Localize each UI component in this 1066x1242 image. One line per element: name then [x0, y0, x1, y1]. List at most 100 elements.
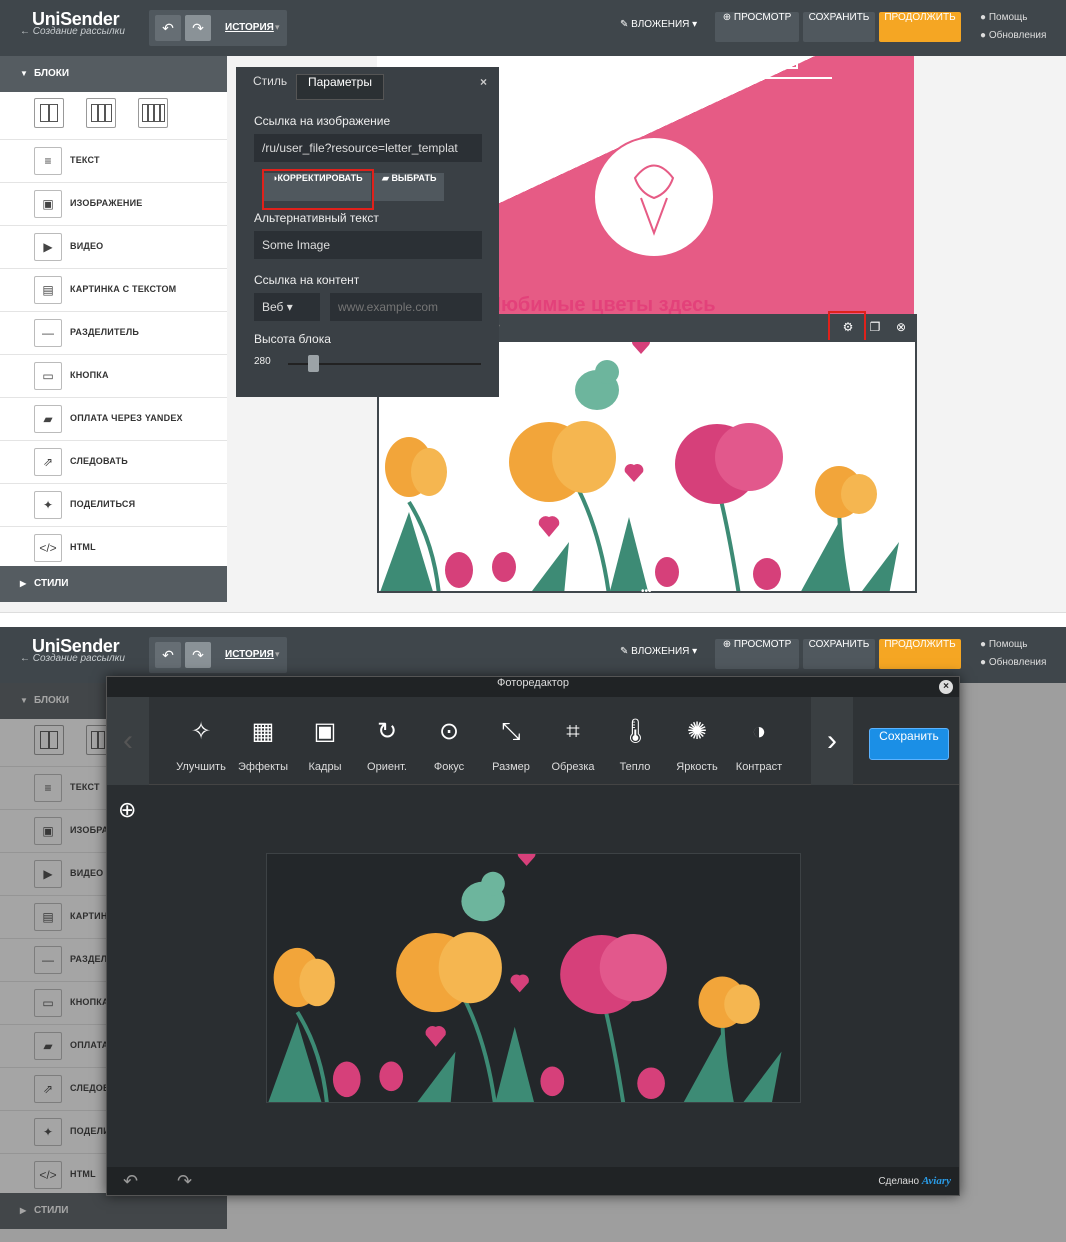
continue-button[interactable]: ПРОДОЛЖИТЬ	[879, 639, 961, 669]
tool-resize[interactable]: ⤡ Размер	[480, 697, 542, 785]
hero-title: Любимые цветы здесь	[487, 294, 716, 316]
help-label: Помощь	[988, 12, 1028, 23]
help-icon: ●	[980, 12, 987, 23]
twitter-icon: ✦	[34, 491, 62, 519]
payment-icon: ▰	[34, 405, 62, 433]
redo-icon[interactable]: ↷	[177, 1171, 192, 1192]
history-dropdown[interactable]: ИСТОРИЯ	[225, 22, 274, 33]
history-dropdown[interactable]: ИСТОРИЯ	[225, 649, 274, 660]
attachments-dropdown[interactable]: ✎ ВЛОЖЕНИЯ ▾	[620, 646, 697, 657]
layout-two-columns[interactable]	[34, 98, 64, 128]
close-icon[interactable]: ×	[939, 680, 953, 694]
undo-button[interactable]: ↶	[155, 642, 181, 668]
block-item-html[interactable]: </> HTML	[0, 526, 227, 569]
tool-crop[interactable]: ⌗ Обрезка	[542, 697, 604, 785]
height-slider-handle[interactable]	[308, 355, 319, 372]
block-item-button[interactable]: ▭ КНОПКА	[0, 354, 227, 397]
info-icon: ●	[980, 657, 987, 668]
undo-button[interactable]: ↶	[155, 15, 181, 41]
image-icon: ▣	[34, 190, 62, 218]
block-item-text[interactable]: ≡ ТЕКСТ	[0, 139, 227, 182]
choose-image-button[interactable]: ▰ ВЫБРАТЬ	[374, 173, 445, 201]
layout-four-columns[interactable]	[138, 98, 168, 128]
editor-footer: ↶ ↷ Сделано Aviary	[107, 1167, 959, 1195]
attachments-dropdown[interactable]: ✎ ВЛОЖЕНИЯ ▾	[620, 19, 697, 30]
tool-enhance[interactable]: ✧ Улучшить	[170, 697, 232, 785]
redo-button[interactable]: ↷	[185, 15, 211, 41]
attachments-label: ВЛОЖЕНИЯ	[631, 646, 690, 657]
updates-label: Обновления	[988, 657, 1047, 668]
block-item-video[interactable]: ▶ ВИДЕО	[0, 225, 227, 268]
sidebar: ▼ БЛОКИ ≡ ТЕКСТ ▣ ИЗОБРАЖЕНИЕ ▶ ВИДЕО ▤ КАРТИ…	[0, 56, 227, 602]
tab-params[interactable]: Параметры	[296, 74, 384, 100]
content-link-input[interactable]	[330, 293, 482, 321]
tool-orientation[interactable]: ↻ Ориент.	[356, 697, 418, 785]
tool-label: Яркость	[676, 761, 718, 773]
help-label: Помощь	[988, 639, 1028, 650]
copy-icon[interactable]: ❐	[865, 317, 885, 337]
continue-button[interactable]: ПРОДОЛЖИТЬ	[879, 12, 961, 42]
block-label: ВИДЕО	[70, 241, 104, 251]
updates-link[interactable]: ● Обновления	[980, 30, 1046, 41]
image-link-label: Ссылка на изображение	[254, 114, 391, 128]
save-button[interactable]: СОХРАНИТЬ	[803, 639, 875, 669]
photo-preview[interactable]	[266, 853, 801, 1103]
top-bar: UniSender ← Создание рассылки ↶ ↷ ИСТОРИ…	[0, 627, 1066, 683]
redo-button[interactable]: ↷	[185, 642, 211, 668]
help-link[interactable]: ● Помощь	[980, 639, 1027, 650]
button-icon: ▭	[34, 362, 62, 390]
tool-frames[interactable]: ▣ Кадры	[294, 697, 356, 785]
scroll-left-icon[interactable]: ‹	[107, 697, 149, 785]
help-link[interactable]: ● Помощь	[980, 12, 1027, 23]
tool-brightness[interactable]: ✺ Яркость	[666, 697, 728, 785]
styles-section-header[interactable]: ▶ СТИЛИ	[0, 566, 227, 602]
link-type-select[interactable]: Веб ▾	[254, 293, 320, 321]
block-label: КАРТИНКА С ТЕКСТОМ	[70, 284, 177, 294]
block-height-value: 280	[254, 356, 271, 367]
block-item-payment[interactable]: ▰ ОПЛАТА ЧЕРЕЗ YANDEX	[0, 397, 227, 440]
tab-style[interactable]: Стиль	[242, 74, 298, 100]
preview-button[interactable]: ⊕ ПРОСМОТР	[715, 12, 799, 42]
editor-save-button[interactable]: Сохранить	[869, 728, 949, 760]
code-icon: </>	[34, 534, 62, 562]
close-icon[interactable]: ⊗	[891, 317, 911, 337]
text-icon: ≡	[34, 147, 62, 175]
scroll-right-icon[interactable]: ›	[811, 697, 853, 785]
photo-editor-modal: Фоторедактор × ‹ ✧ Улучшить ▦ Эффекты ▣ Кад…	[106, 676, 960, 1196]
block-item-follow[interactable]: ⇗ СЛЕДОВАТЬ	[0, 440, 227, 483]
tool-label: Контраст	[735, 761, 783, 773]
tool-contrast[interactable]: ◑ Контраст	[728, 697, 790, 785]
tool-focus[interactable]: ⊙ Фокус	[418, 697, 480, 785]
blocks-title: БЛОКИ	[34, 68, 70, 79]
tool-label: Улучшить	[176, 761, 226, 773]
alt-text-input[interactable]: Some Image	[254, 231, 482, 259]
image-text-icon: ▤	[34, 276, 62, 304]
tool-label: Тепло	[619, 761, 651, 773]
top-bar: UniSender ← Создание рассылки ↶ ↷ ИСТОРИ…	[0, 0, 1066, 56]
panel-close-button[interactable]: ×	[480, 75, 487, 89]
image-link-input[interactable]: /ru/user_file?resource=letter_templat	[254, 134, 482, 162]
tool-label: Размер	[492, 761, 530, 773]
block-item-divider[interactable]: — РАЗДЕЛИТЕЛЬ	[0, 311, 227, 354]
block-label: СЛЕДОВАТЬ	[70, 456, 128, 466]
highlight-edit-button	[262, 169, 374, 210]
block-item-image[interactable]: ▣ ИЗОБРАЖЕНИЕ	[0, 182, 227, 225]
block-item-share[interactable]: ✦ ПОДЕЛИТЬСЯ	[0, 483, 227, 526]
tool-effects[interactable]: ▦ Эффекты	[232, 697, 294, 785]
resize-handle-icon[interactable]: •••	[641, 586, 652, 597]
updates-link[interactable]: ● Обновления	[980, 657, 1046, 668]
bouquet-logo	[593, 136, 715, 258]
block-item-image-text[interactable]: ▤ КАРТИНКА С ТЕКСТОМ	[0, 268, 227, 311]
zoom-in-icon[interactable]: ⊕	[118, 797, 148, 827]
save-button[interactable]: СОХРАНИТЬ	[803, 12, 875, 42]
undo-icon[interactable]: ↶	[123, 1171, 138, 1192]
preview-button[interactable]: ⊕ ПРОСМОТР	[715, 639, 799, 669]
photo-editor-title: Фоторедактор	[107, 677, 959, 697]
blocks-section-header[interactable]: ▼ БЛОКИ	[0, 56, 227, 92]
app-subtitle-text: Создание рассылки	[32, 26, 125, 37]
search-icon: ⊕	[722, 12, 732, 23]
layout-three-columns[interactable]	[86, 98, 116, 128]
rotate-icon: ↻	[376, 718, 398, 745]
tool-warmth[interactable]: 🌡 Тепло	[604, 697, 666, 785]
styles-title: СТИЛИ	[34, 578, 69, 589]
